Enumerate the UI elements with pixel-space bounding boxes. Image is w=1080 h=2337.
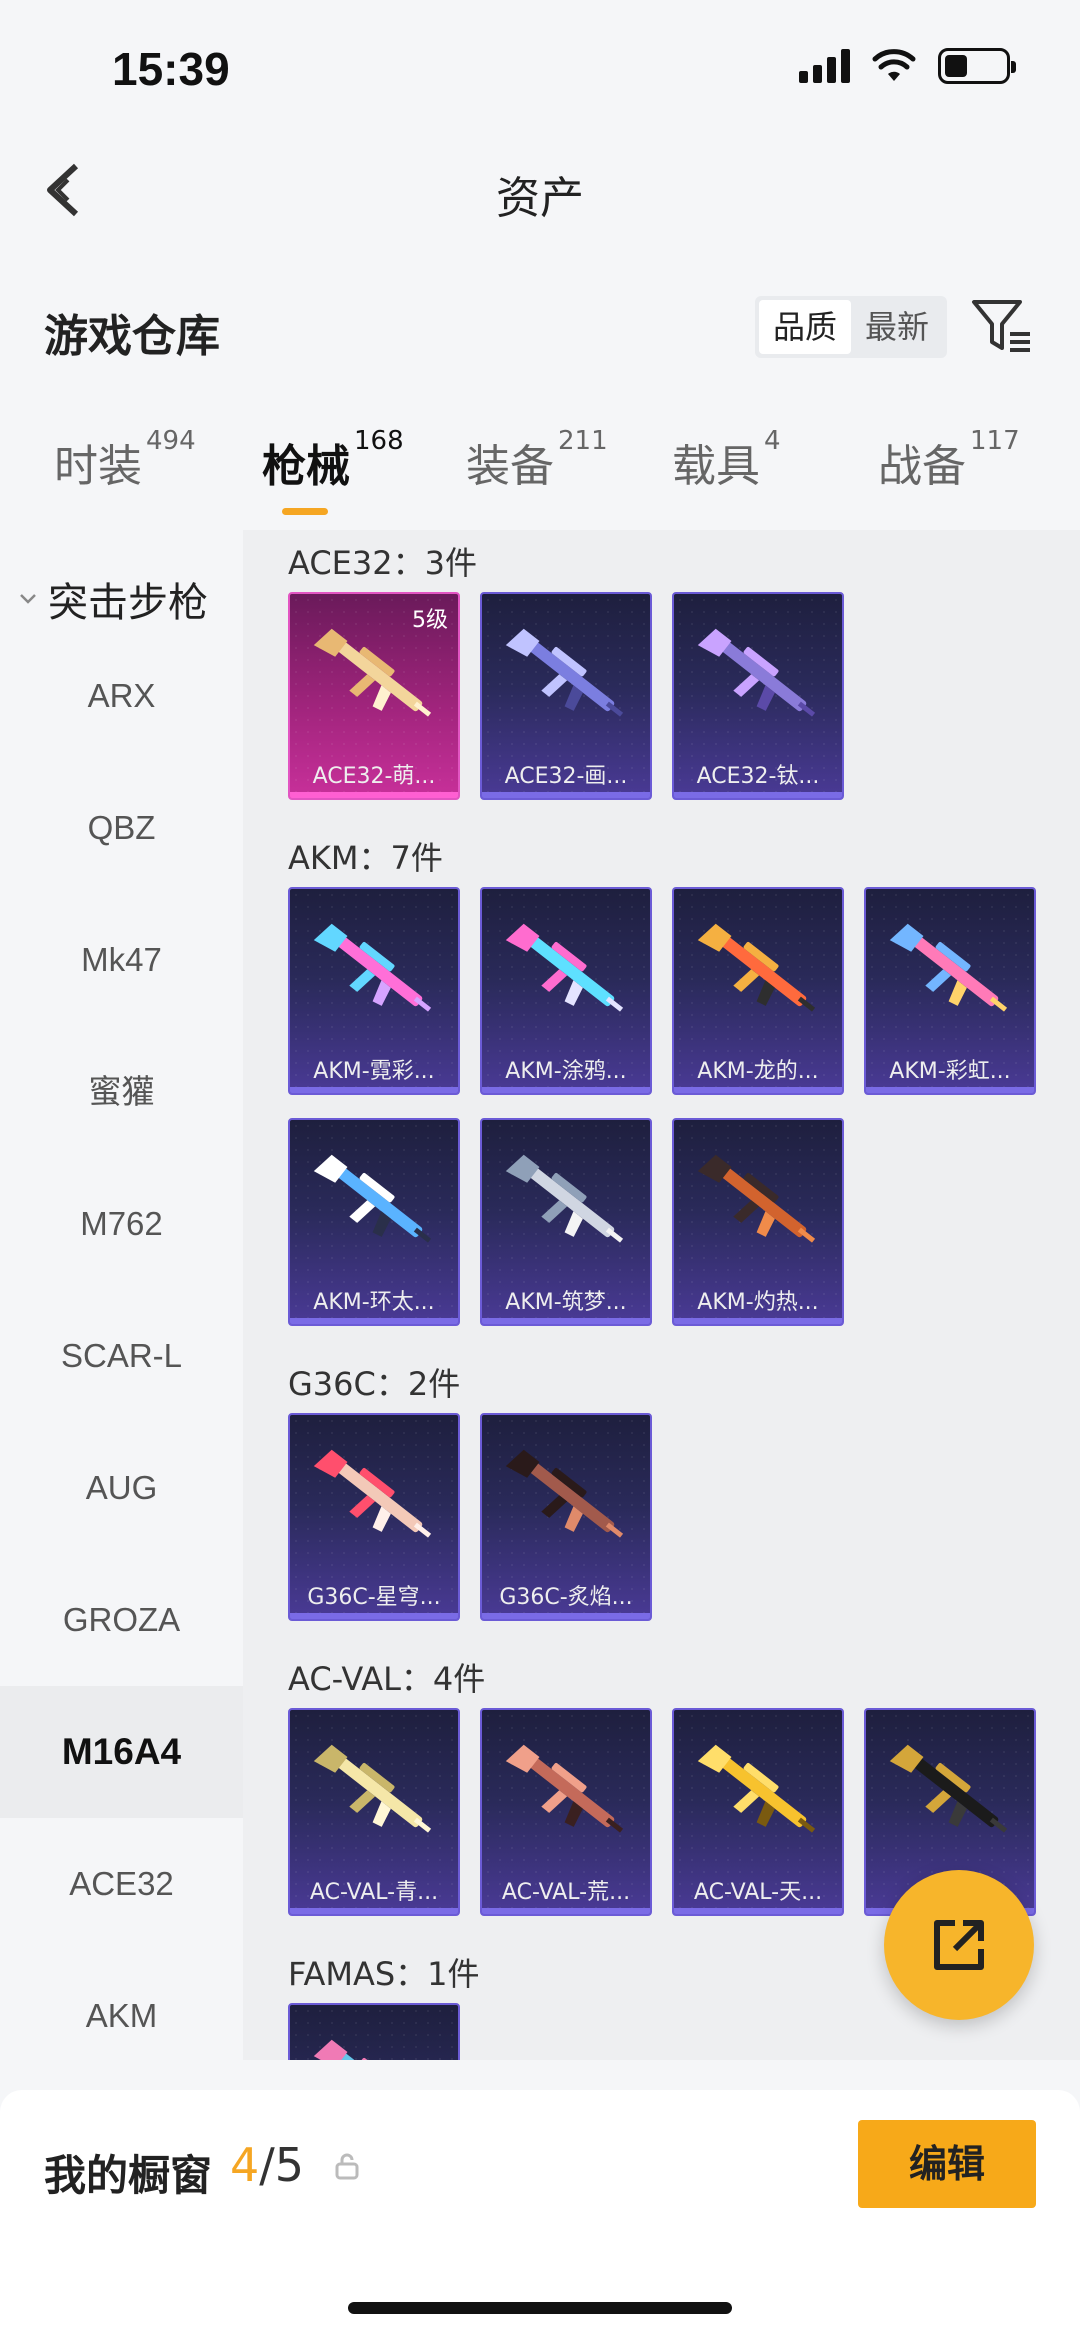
sidebar-item-qbz[interactable]: QBZ — [0, 762, 243, 894]
weapon-card-label: AKM-环太... — [313, 1290, 435, 1315]
sidebar-item-mk47[interactable]: Mk47 — [0, 894, 243, 1026]
weapon-card[interactable]: AKM-涂鸦... — [480, 887, 652, 1095]
weapon-card-label: AKM-涂鸦... — [505, 1059, 627, 1084]
sidebar-group-assault-rifle[interactable]: 突击步枪 — [18, 570, 208, 628]
weapon-card[interactable]: AC-VAL-天... — [672, 1708, 844, 1916]
weapon-grid: ACE32：3件 5级 ACE32-萌... ACE32-画... ACE32-钛...… — [243, 530, 1080, 2060]
chevron-down-icon — [20, 594, 36, 604]
weapon-card-label: AC-VAL-天... — [693, 1880, 823, 1905]
status-time: 15:39 — [112, 43, 230, 95]
weapon-card[interactable]: ACE32-画... — [480, 592, 652, 800]
weapon-card-label: AC-VAL-青... — [309, 1880, 439, 1905]
rifle-icon — [697, 923, 816, 1012]
weapon-card-label: AKM-彩虹... — [889, 1059, 1011, 1084]
warehouse-header: 游戏仓库 品质 最新 — [0, 290, 1080, 370]
home-indicator — [348, 2302, 732, 2314]
sort-quality-button[interactable]: 品质 — [759, 300, 852, 354]
rifle-icon — [697, 1154, 816, 1243]
status-icons — [799, 48, 1016, 84]
weapon-card-label: G36C-炙焰... — [499, 1585, 633, 1610]
rifle-icon — [505, 923, 624, 1012]
tab-vehicles[interactable]: 载具 4 — [672, 426, 781, 494]
weapon-card[interactable]: AKM-筑梦... — [480, 1118, 652, 1326]
rifle-icon — [313, 923, 432, 1012]
weapon-card-label: ACE32-钛... — [696, 764, 820, 789]
weapon-card-label: AKM-龙的... — [697, 1059, 819, 1084]
sidebar-item-蜜獾[interactable]: 蜜獾 — [0, 1026, 243, 1158]
weapon-card-label: ACE32-画... — [504, 764, 628, 789]
sidebar-item-scar-l[interactable]: SCAR-L — [0, 1290, 243, 1422]
weapon-card-label: AKM-霓彩... — [313, 1059, 435, 1084]
weapon-card[interactable]: ACE32-钛... — [672, 592, 844, 800]
sidebar-item-groza[interactable]: GROZA — [0, 1554, 243, 1686]
sidebar-item-ace32[interactable]: ACE32 — [0, 1818, 243, 1950]
weapon-card[interactable] — [288, 2003, 460, 2060]
filter-icon — [972, 300, 1030, 352]
weapon-card[interactable]: AKM-彩虹... — [864, 887, 1036, 1095]
sort-toggle: 品质 最新 — [755, 296, 948, 358]
share-icon — [934, 1920, 984, 1970]
weapon-type-sidebar: 突击步枪 ARX QBZ Mk47 蜜獾 M762 SCAR-L AUG GROZA M16A4… — [0, 530, 243, 2060]
rifle-icon — [889, 923, 1008, 1012]
sidebar-item-akm[interactable]: AKM — [0, 1950, 243, 2060]
status-bar: 15:39 — [0, 0, 1080, 130]
tab-indicator — [282, 508, 328, 515]
rifle-icon — [505, 628, 624, 717]
level-badge: 5级 — [412, 608, 448, 633]
tab-guns[interactable]: 枪械 168 — [262, 426, 404, 494]
category-tabs: 时装 494 枪械 168 装备 211 载具 4 战备 117 — [0, 426, 1080, 520]
showcase-title: 我的橱窗 — [44, 2151, 213, 2200]
sort-latest-button[interactable]: 最新 — [851, 300, 943, 354]
rifle-icon — [313, 2039, 423, 2060]
sidebar-item-m16a4[interactable]: M16A4 — [0, 1686, 243, 1818]
weapon-card[interactable]: 5级 ACE32-萌... — [288, 592, 460, 800]
tab-fashion[interactable]: 时装 494 — [54, 426, 196, 494]
rifle-icon — [313, 1154, 432, 1243]
weapon-card-label: G36C-星穹... — [307, 1585, 441, 1610]
warehouse-title: 游戏仓库 — [44, 311, 220, 362]
section-title: AKM：7件 — [288, 839, 443, 877]
nav-bar: 资产 — [0, 130, 1080, 250]
rifle-icon — [505, 1449, 624, 1538]
weapon-card[interactable]: AKM-霓彩... — [288, 887, 460, 1095]
weapon-card-label: AKM-灼热... — [697, 1290, 819, 1315]
lock-icon — [335, 2153, 359, 2180]
weapon-card[interactable]: AKM-灼热... — [672, 1118, 844, 1326]
weapon-card[interactable]: G36C-星穹... — [288, 1413, 460, 1621]
rifle-icon — [313, 628, 432, 717]
weapon-card[interactable]: AC-VAL-荒... — [480, 1708, 652, 1916]
sidebar-item-aug[interactable]: AUG — [0, 1422, 243, 1554]
section-title: ACE32：3件 — [288, 544, 477, 582]
filter-button[interactable] — [970, 296, 1034, 356]
rifle-icon — [889, 1744, 1008, 1833]
rifle-icon — [697, 628, 816, 717]
weapon-card[interactable]: G36C-炙焰... — [480, 1413, 652, 1621]
share-button[interactable] — [884, 1870, 1034, 2020]
sidebar-item-arx[interactable]: ARX — [0, 630, 243, 762]
section-title: G36C：2件 — [288, 1365, 461, 1403]
tab-supplies[interactable]: 战备 117 — [878, 426, 1020, 494]
weapon-card-label: AKM-筑梦... — [505, 1290, 627, 1315]
page-title: 资产 — [496, 173, 584, 224]
weapon-card[interactable]: AKM-环太... — [288, 1118, 460, 1326]
tab-equipment[interactable]: 装备 211 — [466, 426, 608, 494]
rifle-icon — [505, 1154, 624, 1243]
showcase-panel: 我的橱窗 4/5 编辑 — [0, 2090, 1080, 2337]
weapon-card[interactable]: AKM-龙的... — [672, 887, 844, 1095]
rifle-icon — [505, 1744, 624, 1833]
wifi-icon — [872, 49, 916, 81]
rifle-icon — [313, 1449, 432, 1538]
rifle-icon — [313, 1744, 432, 1833]
showcase-count: 4/5 — [230, 2138, 305, 2192]
signal-icon — [799, 49, 850, 83]
weapon-card[interactable]: AC-VAL-青... — [288, 1708, 460, 1916]
battery-icon — [938, 48, 1016, 84]
sidebar-item-m762[interactable]: M762 — [0, 1158, 243, 1290]
section-title: FAMAS：1件 — [288, 1955, 480, 1993]
weapon-card-label: ACE32-萌... — [312, 764, 436, 789]
weapon-card-label: AC-VAL-荒... — [501, 1880, 631, 1905]
rifle-icon — [697, 1744, 816, 1833]
section-title: AC-VAL：4件 — [288, 1660, 486, 1698]
edit-button[interactable]: 编辑 — [858, 2120, 1036, 2208]
